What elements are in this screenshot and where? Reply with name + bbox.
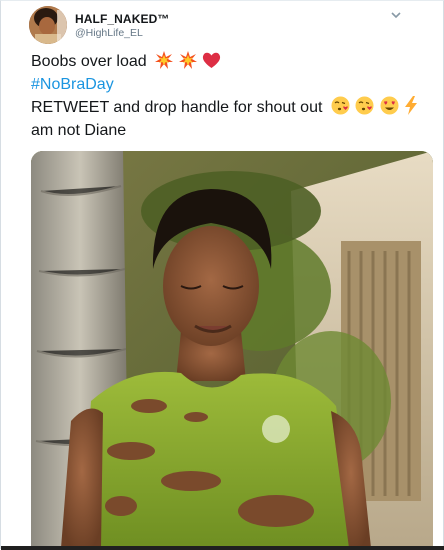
red-heart-icon — [202, 52, 221, 68]
face-blowing-kiss-icon — [331, 96, 350, 115]
tweet-line-4: am not Diane — [31, 122, 127, 139]
tweet-line-3: RETWEET and drop handle for shout out — [31, 96, 431, 119]
tweet-text: Boobs over load #NoBraDay RETWEET and dr… — [31, 50, 431, 142]
chevron-down-icon[interactable] — [389, 8, 403, 22]
collision-icon — [155, 51, 174, 69]
heart-eyes-icon — [380, 96, 399, 115]
avatar-image — [29, 6, 67, 44]
high-voltage-icon — [405, 96, 418, 115]
tweet-line-1: Boobs over load — [31, 50, 431, 73]
display-name[interactable]: HALF_NAKED™ — [75, 12, 169, 26]
tweet-header: HALF_NAKED™ @HighLife_EL — [29, 6, 409, 46]
tweet-photo[interactable] — [31, 151, 433, 548]
emoji-run-1 — [155, 51, 222, 76]
hashtag-nobraday[interactable]: #NoBraDay — [31, 73, 431, 96]
collision-icon — [178, 51, 197, 69]
tweet-line-1-text: Boobs over load — [31, 53, 147, 70]
tweet-line-3-text: RETWEET and drop handle for shout out — [31, 99, 323, 116]
face-blowing-kiss-icon — [355, 96, 374, 115]
user-handle[interactable]: @HighLife_EL — [75, 27, 143, 39]
tweet-card[interactable]: HALF_NAKED™ @HighLife_EL Boobs over load — [0, 0, 444, 550]
avatar[interactable] — [29, 6, 67, 44]
photo-icon — [31, 151, 433, 548]
emoji-run-3 — [331, 96, 419, 122]
bottom-divider — [1, 546, 444, 550]
